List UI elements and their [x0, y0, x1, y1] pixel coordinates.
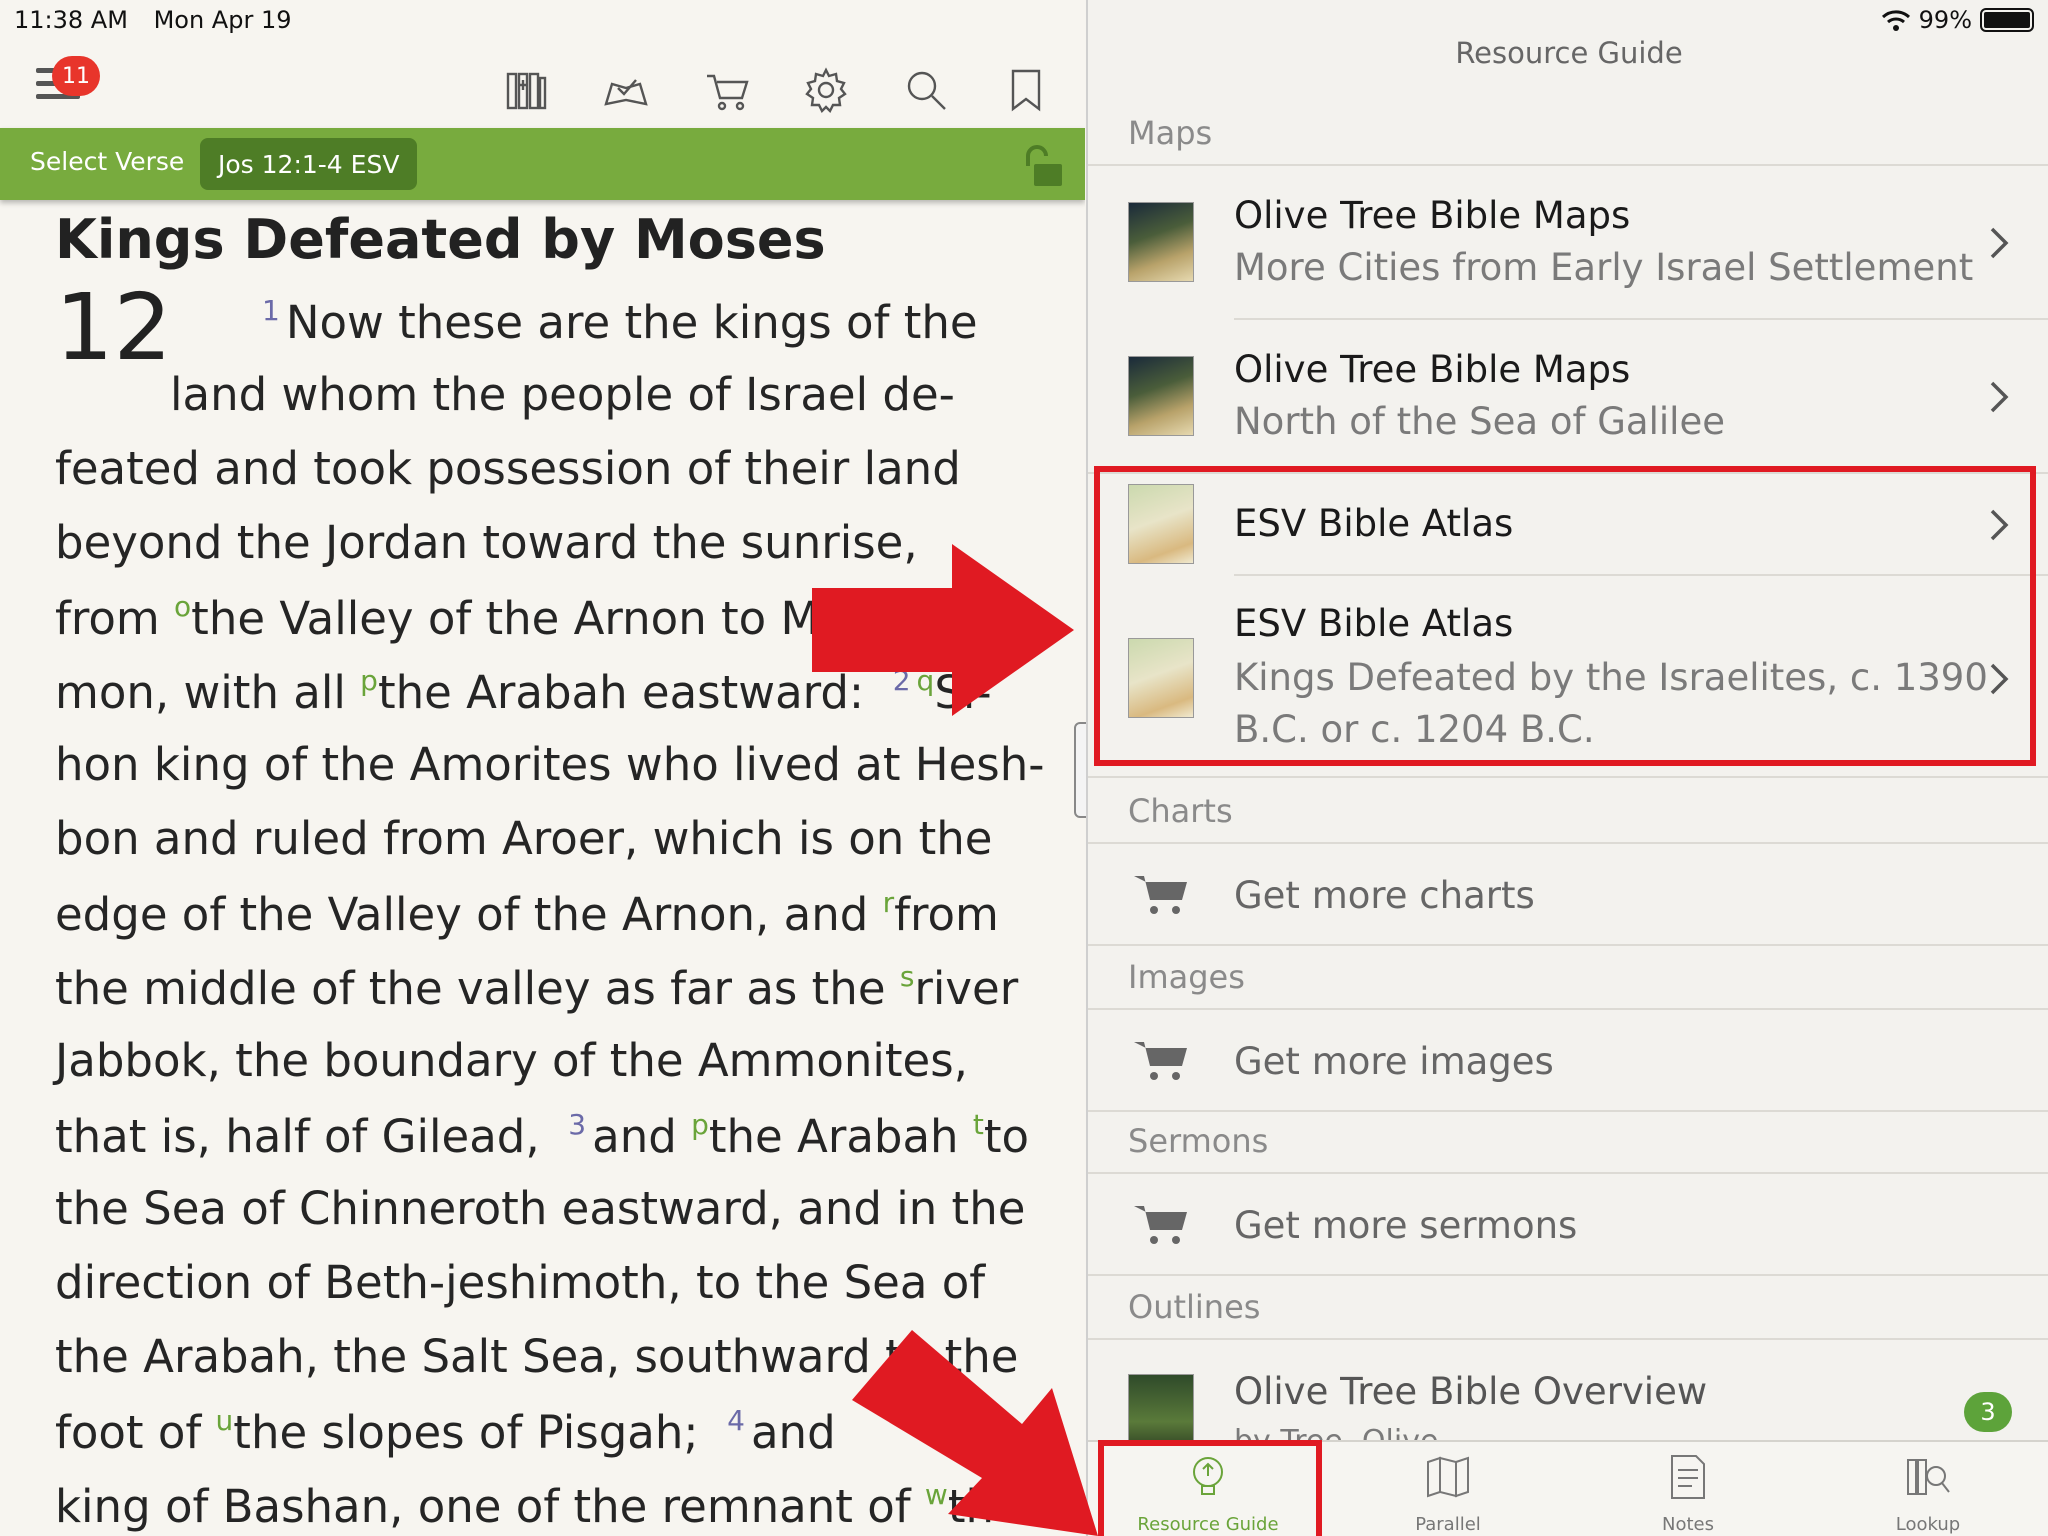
cart-icon	[1132, 1036, 1192, 1084]
battery-icon	[1980, 8, 2034, 32]
get-more-charts-row[interactable]: Get more charts	[1088, 844, 2048, 944]
main-toolbar	[0, 48, 1085, 130]
highlight-box-esv-atlas	[1094, 466, 2036, 766]
reference-button[interactable]: Jos 12:1-4 ESV	[200, 138, 418, 190]
verse-selector-bar: Select Verse Jos 12:1-4 ESV	[0, 128, 1085, 200]
search-icon[interactable]	[898, 62, 954, 118]
passage-line: the Sea of Chinneroth eastward, and in t…	[55, 1182, 1026, 1235]
chevron-right-icon	[1988, 226, 2010, 260]
section-header-sermons: Sermons	[1128, 1122, 1269, 1160]
reading-plan-icon[interactable]	[598, 62, 654, 118]
resource-guide-pane: 99% Resource Guide Maps Olive Tree Bible…	[1086, 0, 2048, 1536]
status-bar-right: 99%	[1881, 6, 2034, 34]
status-bar-left: 11:38 AM Mon Apr 19	[14, 6, 309, 34]
section-header-outlines: Outlines	[1128, 1288, 1261, 1326]
resource-guide-title: Resource Guide	[1455, 36, 1683, 70]
cart-icon	[1132, 1200, 1192, 1248]
passage-line: 1 Now these are the kings of the	[262, 294, 978, 349]
passage-line: hon king of the Amorites who lived at He…	[55, 738, 1045, 791]
notes-icon	[1671, 1455, 1705, 1499]
map-item[interactable]: Olive Tree Bible Maps More Cities from E…	[1088, 166, 2048, 318]
map-thumbnail	[1128, 356, 1194, 436]
map-thumbnail	[1128, 202, 1194, 282]
chevron-right-icon	[1988, 380, 2010, 414]
get-more-images-row[interactable]: Get more images	[1088, 1010, 2048, 1110]
annotation-arrow-diagonal	[852, 1330, 1098, 1536]
library-icon[interactable]	[498, 62, 554, 118]
settings-gear-icon[interactable]	[798, 62, 854, 118]
status-date: Mon Apr 19	[153, 6, 292, 34]
bible-pane: 11:38 AM Mon Apr 19 11 Select Verse Jos …	[0, 0, 1085, 1536]
parallel-books-icon	[1427, 1456, 1469, 1498]
passage-line: that is, half of Gilead, 3 and pthe Araba…	[55, 1108, 1030, 1163]
outline-count-badge: 3	[1964, 1392, 2012, 1432]
passage-line: bon and ruled from Aroer, which is on th…	[55, 812, 993, 865]
passage-line: land whom the people of Israel de-	[170, 368, 955, 421]
outline-item[interactable]: Olive Tree Bible Overview by Tree, Olive	[1088, 1340, 2048, 1459]
chapter-number: 12	[55, 274, 173, 381]
passage-heading: Kings Defeated by Moses	[55, 208, 826, 271]
passage-line: foot of uthe slopes of Pisgah; 4 and	[55, 1404, 836, 1459]
passage-line: the middle of the valley as far as the s…	[55, 960, 1019, 1015]
tab-lookup[interactable]: Lookup	[1828, 1442, 2028, 1536]
section-header-images: Images	[1128, 958, 1245, 996]
status-time: 11:38 AM	[14, 6, 128, 34]
passage-line: beyond the Jordan toward the sunrise,	[55, 516, 918, 569]
annotation-arrow-right	[812, 544, 1074, 716]
passage-line: from othe Valley of the Arnon to Mo	[55, 590, 847, 645]
battery-percent: 99%	[1918, 6, 1972, 34]
passage-line: feated and took possession of their land	[55, 442, 961, 495]
section-header-charts: Charts	[1128, 792, 1233, 830]
unlock-icon[interactable]	[1016, 144, 1066, 190]
select-verse-button[interactable]: Select Verse	[30, 147, 184, 176]
map-item[interactable]: Olive Tree Bible Maps North of the Sea o…	[1088, 320, 2048, 472]
tab-notes[interactable]: Notes	[1588, 1442, 1788, 1536]
passage-line: edge of the Valley of the Arnon, and rfr…	[55, 886, 999, 941]
lookup-icon	[1907, 1459, 1950, 1495]
get-more-sermons-row[interactable]: Get more sermons	[1088, 1174, 2048, 1274]
cart-icon	[1132, 870, 1192, 918]
wifi-icon	[1881, 10, 1910, 31]
store-cart-icon[interactable]	[700, 62, 756, 118]
section-header-maps: Maps	[1128, 114, 1213, 152]
highlight-box-resource-guide-tab	[1098, 1440, 1322, 1536]
passage-line: Jabbok, the boundary of the Ammonites,	[55, 1034, 968, 1087]
tab-parallel[interactable]: Parallel	[1348, 1442, 1548, 1536]
passage-line: direction of Beth-jeshimoth, to the Sea …	[55, 1256, 986, 1309]
bookmark-icon[interactable]	[998, 62, 1054, 118]
